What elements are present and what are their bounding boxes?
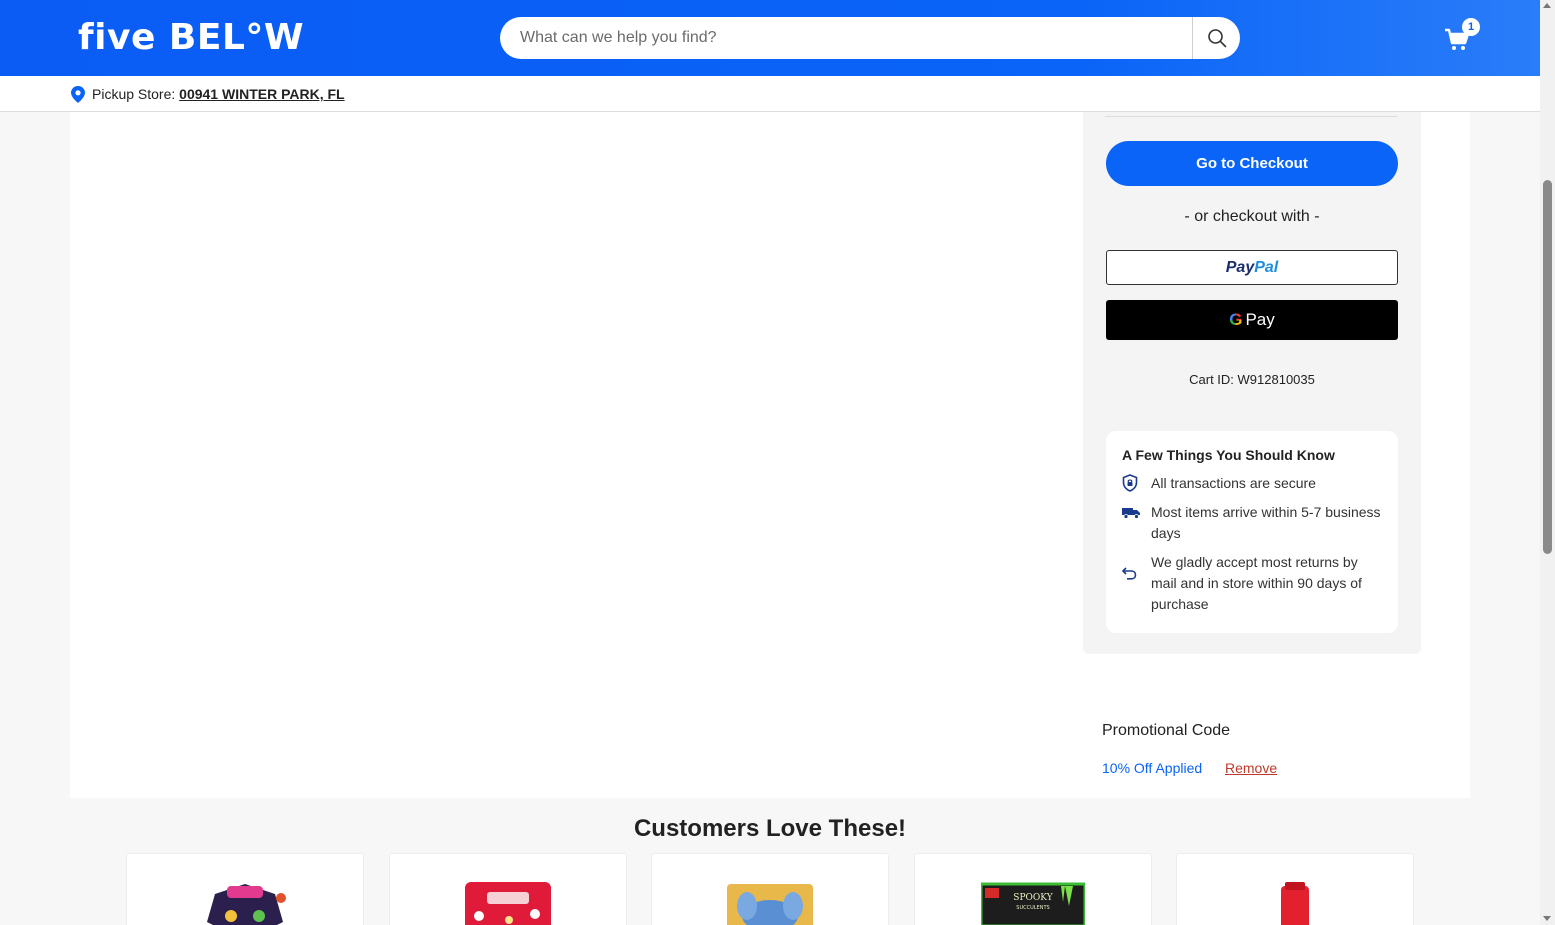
svg-text:SUCCULENTS: SUCCULENTS <box>1016 905 1049 911</box>
paypal-logo-part1: Pay <box>1225 258 1255 276</box>
google-pay-button[interactable]: G Pay <box>1106 300 1398 340</box>
product-card[interactable] <box>1176 853 1414 925</box>
page-scrollbar[interactable] <box>1540 0 1555 925</box>
cart-id: Cart ID: W912810035 <box>1189 372 1315 387</box>
customers-love-title: Customers Love These! <box>633 815 907 842</box>
know-item-secure: All transactions are secure <box>1122 473 1382 494</box>
google-g-icon: G <box>1229 310 1243 329</box>
product-image <box>465 882 551 925</box>
few-things-box: A Few Things You Should Know All transac… <box>1106 431 1398 633</box>
product-image <box>727 884 813 925</box>
search-bar <box>500 17 1240 59</box>
product-card[interactable] <box>389 853 627 925</box>
site-header: five BEL°W 1 <box>0 0 1540 76</box>
product-card[interactable] <box>651 853 889 925</box>
know-item-shipping: Most items arrive within 5-7 business da… <box>1122 502 1382 544</box>
know-item-text: We gladly accept most returns by mail an… <box>1151 554 1362 612</box>
pickup-store-text: Pickup Store: 00941 WINTER PARK, FL <box>92 86 345 102</box>
paypal-logo-part2: Pal <box>1254 258 1279 276</box>
truck-icon <box>1122 508 1140 519</box>
pickup-store-link[interactable]: 00941 WINTER PARK, FL <box>179 86 344 102</box>
or-checkout-with-text: - or checkout with - <box>1184 208 1320 225</box>
promo-code-title: Promotional Code <box>1102 722 1231 739</box>
return-arrow-icon <box>1122 567 1137 580</box>
promo-remove-link[interactable]: Remove <box>1225 760 1277 776</box>
know-item-returns: We gladly accept most returns by mail an… <box>1122 552 1382 615</box>
cart-count-badge: 1 <box>1462 18 1480 36</box>
product-image <box>1281 882 1309 925</box>
promo-applied-text: 10% Off Applied <box>1102 760 1203 776</box>
scroll-down-arrow[interactable] <box>1543 916 1551 921</box>
order-summary: Go to Checkout - or checkout with - Pay P… <box>1083 112 1421 654</box>
google-pay-label: Pay <box>1245 310 1275 329</box>
pickup-store-bar: Pickup Store: 00941 WINTER PARK, FL <box>0 76 1540 112</box>
scroll-thumb[interactable] <box>1543 180 1552 554</box>
know-item-text: Most items arrive within 5-7 business da… <box>1151 504 1381 541</box>
summary-divider <box>1105 116 1397 117</box>
location-pin-icon <box>71 86 85 103</box>
product-image <box>207 884 286 925</box>
product-card[interactable] <box>126 853 364 925</box>
product-image: SPOOKY SUCCULENTS <box>981 882 1085 925</box>
pickup-store-label: Pickup Store: <box>92 86 176 102</box>
go-to-checkout-button[interactable]: Go to Checkout <box>1106 141 1398 186</box>
five-below-logo[interactable]: five BEL°W <box>78 16 304 60</box>
svg-text:SPOOKY: SPOOKY <box>1013 893 1053 903</box>
product-card[interactable]: SPOOKY SUCCULENTS <box>914 853 1152 925</box>
search-button[interactable] <box>1192 17 1240 59</box>
search-icon <box>1207 29 1226 48</box>
scroll-up-arrow[interactable] <box>1543 3 1551 8</box>
cart-button[interactable]: 1 <box>1444 18 1484 54</box>
few-things-title: A Few Things You Should Know <box>1122 447 1335 463</box>
know-item-text: All transactions are secure <box>1151 475 1316 491</box>
search-input[interactable] <box>520 17 1180 59</box>
paypal-button[interactable]: Pay Pal <box>1106 250 1398 285</box>
shield-lock-icon <box>1122 474 1138 492</box>
